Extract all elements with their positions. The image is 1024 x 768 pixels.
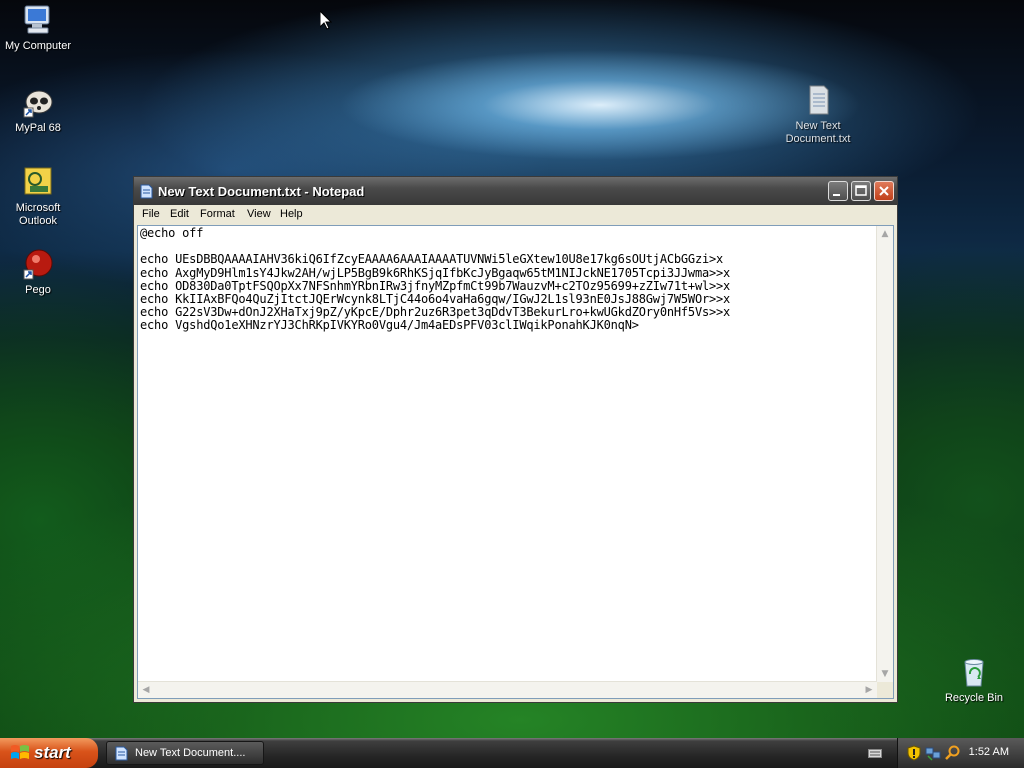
desktop-icon-microsoft-outlook[interactable]: Microsoft Outlook bbox=[0, 166, 78, 228]
window-title: New Text Document.txt - Notepad bbox=[158, 184, 365, 199]
recycle-bin-icon bbox=[958, 656, 990, 688]
menu-help[interactable]: Help bbox=[280, 208, 303, 220]
minimize-icon bbox=[833, 194, 840, 196]
computer-icon bbox=[22, 4, 54, 36]
desktop-icon-label: My Computer bbox=[4, 40, 72, 52]
mypal-browser-icon bbox=[22, 86, 54, 118]
close-button[interactable] bbox=[874, 181, 894, 201]
desktop-icon-label: MyPal 68 bbox=[15, 122, 61, 134]
taskbar: start New Text Document.... 1:52 AM bbox=[0, 738, 1024, 768]
editor-text[interactable]: @echo off echo UEsDBBQAAAAIAHV36kiQ6IfZc… bbox=[140, 226, 730, 333]
maximize-icon bbox=[855, 185, 867, 196]
menu-edit[interactable]: Edit bbox=[170, 208, 189, 220]
menu-file[interactable]: File bbox=[142, 208, 160, 220]
scroll-left-arrow-icon[interactable]: ◀ bbox=[139, 683, 153, 697]
system-tray: 1:52 AM bbox=[897, 738, 1024, 768]
desktop-icon-my-computer[interactable]: My Computer bbox=[0, 4, 78, 53]
text-file-icon bbox=[802, 84, 834, 116]
notepad-icon bbox=[140, 184, 153, 199]
resize-grip[interactable] bbox=[877, 682, 893, 698]
minimize-button[interactable] bbox=[828, 181, 848, 201]
outlook-icon bbox=[22, 166, 54, 198]
menu-format[interactable]: Format bbox=[200, 208, 235, 220]
close-icon bbox=[879, 186, 889, 196]
network-icon[interactable] bbox=[925, 745, 941, 764]
title-bar[interactable]: New Text Document.txt - Notepad bbox=[134, 177, 897, 205]
desktop-icon-pego[interactable]: Pego bbox=[0, 248, 78, 297]
taskbar-button-notepad[interactable]: New Text Document.... bbox=[106, 741, 264, 765]
text-editor[interactable]: @echo off echo UEsDBBQAAAAIAHV36kiQ6IfZc… bbox=[137, 225, 894, 699]
scroll-down-arrow-icon[interactable]: ▼ bbox=[878, 667, 892, 681]
pego-icon bbox=[22, 248, 54, 280]
clock[interactable]: 1:52 AM bbox=[969, 746, 1009, 758]
desktop-icon-label-line2: Outlook bbox=[19, 215, 57, 227]
notepad-icon bbox=[115, 746, 128, 764]
scroll-right-arrow-icon[interactable]: ▶ bbox=[862, 683, 876, 697]
desktop-icon-label: Recycle Bin bbox=[944, 692, 1004, 704]
start-button[interactable]: start bbox=[0, 738, 98, 768]
desktop-icon-label-line2: Document.txt bbox=[785, 133, 851, 145]
horizontal-scrollbar[interactable]: ◀ ▶ bbox=[138, 681, 877, 698]
menu-bar: File Edit Format View Help bbox=[137, 205, 894, 224]
security-shield-icon[interactable] bbox=[907, 745, 921, 764]
start-label: start bbox=[34, 743, 71, 762]
desktop-icon-mypal[interactable]: MyPal 68 bbox=[0, 86, 78, 135]
windows-logo-icon bbox=[10, 744, 30, 765]
desktop-icon-label-line1: Microsoft bbox=[15, 202, 61, 214]
desktop-icon-label: Pego bbox=[25, 284, 51, 296]
maximize-button[interactable] bbox=[851, 181, 871, 201]
scroll-up-arrow-icon[interactable]: ▲ bbox=[878, 227, 892, 241]
notepad-window[interactable]: New Text Document.txt - Notepad File Edi… bbox=[133, 176, 898, 703]
desktop-icon-recycle-bin[interactable]: Recycle Bin bbox=[934, 656, 1014, 705]
desktop-icon-new-text-document[interactable]: New Text Document.txt bbox=[778, 84, 858, 146]
menu-view[interactable]: View bbox=[247, 208, 271, 220]
desktop: My Computer MyPal 68 Microsoft Outlook P… bbox=[0, 0, 1024, 738]
mouse-cursor-icon bbox=[320, 11, 332, 30]
keyboard-icon[interactable] bbox=[868, 747, 882, 762]
desktop-icon-label-line1: New Text bbox=[795, 120, 841, 132]
search-icon[interactable] bbox=[945, 745, 961, 764]
vertical-scrollbar[interactable]: ▲ ▼ bbox=[876, 226, 893, 682]
taskbar-button-label: New Text Document.... bbox=[135, 747, 246, 759]
